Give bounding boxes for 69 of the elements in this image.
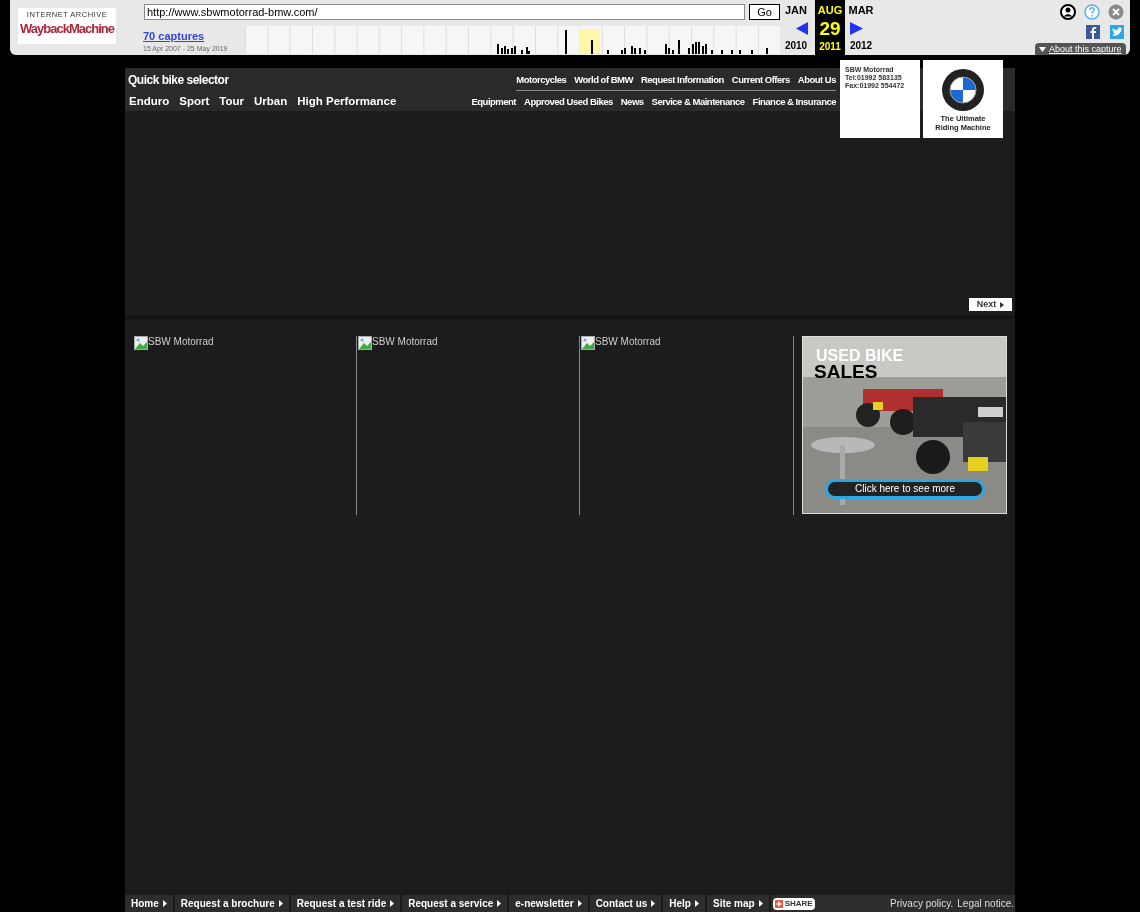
close-icon[interactable]: [1108, 4, 1124, 20]
legal-link[interactable]: Privacy policy.: [890, 896, 954, 911]
banner-heading: SALES: [814, 363, 878, 381]
broken-image-icon: [358, 336, 372, 350]
nav-link[interactable]: About Us: [797, 73, 836, 88]
url-field[interactable]: http://www.sbwmotorrad-bmw.com/: [144, 4, 745, 20]
footer-link[interactable]: Contact us: [589, 895, 664, 912]
see-more-button[interactable]: Click here to see more: [825, 479, 985, 499]
arrow-icon: [758, 900, 763, 907]
image-alt-text: SBW Motorrad: [372, 336, 438, 348]
nav-title: Quick bike selector: [128, 72, 229, 89]
captures-sparkline[interactable]: [245, 26, 780, 54]
day-label[interactable]: 29: [819, 18, 841, 39]
nav-link[interactable]: Service & Maintenance: [651, 95, 745, 110]
image-alt-text: SBW Motorrad: [148, 336, 214, 348]
month-label[interactable]: MAR: [848, 2, 874, 19]
arrow-icon: [162, 900, 167, 907]
image-alt-text: SBW Motorrad: [595, 336, 661, 348]
go-button[interactable]: Go: [749, 4, 780, 20]
about-capture-tab[interactable]: About this capture: [1035, 43, 1126, 55]
year-label[interactable]: 2012: [849, 38, 873, 53]
footer-link[interactable]: Request a brochure: [174, 895, 291, 912]
plus-icon: [774, 899, 783, 908]
nav-link[interactable]: News: [620, 95, 644, 110]
captures-link[interactable]: 70 captures: [143, 28, 205, 45]
caret-icon: [1039, 46, 1046, 52]
selected-date[interactable]: AUG 29 2011: [815, 0, 845, 55]
footer-link[interactable]: e-newsletter: [509, 895, 590, 912]
nav-link[interactable]: Request Information: [640, 73, 724, 88]
footer-link[interactable]: Help: [663, 895, 707, 912]
month-label[interactable]: JAN: [785, 2, 807, 19]
arrow-icon: [390, 900, 395, 907]
legal-link[interactable]: Legal notice.: [957, 896, 1014, 911]
nav-link[interactable]: Motorcycles: [516, 73, 567, 88]
footer-link[interactable]: Request a service: [402, 895, 510, 912]
category-link[interactable]: High Performance: [297, 93, 397, 111]
ad-banner[interactable]: USED BIKE SALES Click here to see more: [802, 336, 1007, 514]
nav-link[interactable]: Current Offers: [731, 73, 790, 88]
year-label[interactable]: 2010: [784, 38, 808, 53]
category-link[interactable]: Sport: [179, 93, 210, 111]
twitter-icon[interactable]: [1110, 25, 1124, 39]
category-link[interactable]: Urban: [254, 93, 288, 111]
category-link[interactable]: Tour: [219, 93, 244, 111]
next-arrow-icon[interactable]: [850, 22, 863, 35]
year-label[interactable]: 2011: [819, 38, 841, 54]
share-button[interactable]: SHARE: [772, 897, 815, 910]
footer-link[interactable]: Site map: [706, 895, 771, 912]
user-icon[interactable]: [1060, 4, 1076, 20]
arrow-icon: [577, 900, 582, 907]
nav-link[interactable]: World of BMW: [574, 73, 633, 88]
arrow-icon: [497, 900, 502, 907]
next-button[interactable]: Next: [969, 298, 1012, 311]
roundel-logo: [941, 68, 985, 112]
arrow-icon: [651, 900, 656, 907]
previous-arrow-icon[interactable]: [796, 22, 809, 35]
footer-link[interactable]: Home: [125, 895, 175, 912]
arrow-icon: [1000, 301, 1005, 308]
month-label[interactable]: AUG: [817, 2, 843, 19]
broken-image-icon: [134, 336, 148, 350]
category-link[interactable]: Enduro: [129, 93, 170, 111]
nav-link[interactable]: Equipment: [471, 95, 517, 110]
nav-link[interactable]: Finance & Insurance: [752, 95, 836, 110]
broken-image-icon: [581, 336, 595, 350]
arrow-icon: [694, 900, 699, 907]
nav-link[interactable]: Approved Used Bikes: [524, 95, 613, 110]
footer-link[interactable]: Request a test ride: [290, 895, 403, 912]
arrow-icon: [278, 900, 283, 907]
banner-heading: USED BIKE: [816, 349, 904, 363]
facebook-icon[interactable]: [1086, 25, 1100, 39]
